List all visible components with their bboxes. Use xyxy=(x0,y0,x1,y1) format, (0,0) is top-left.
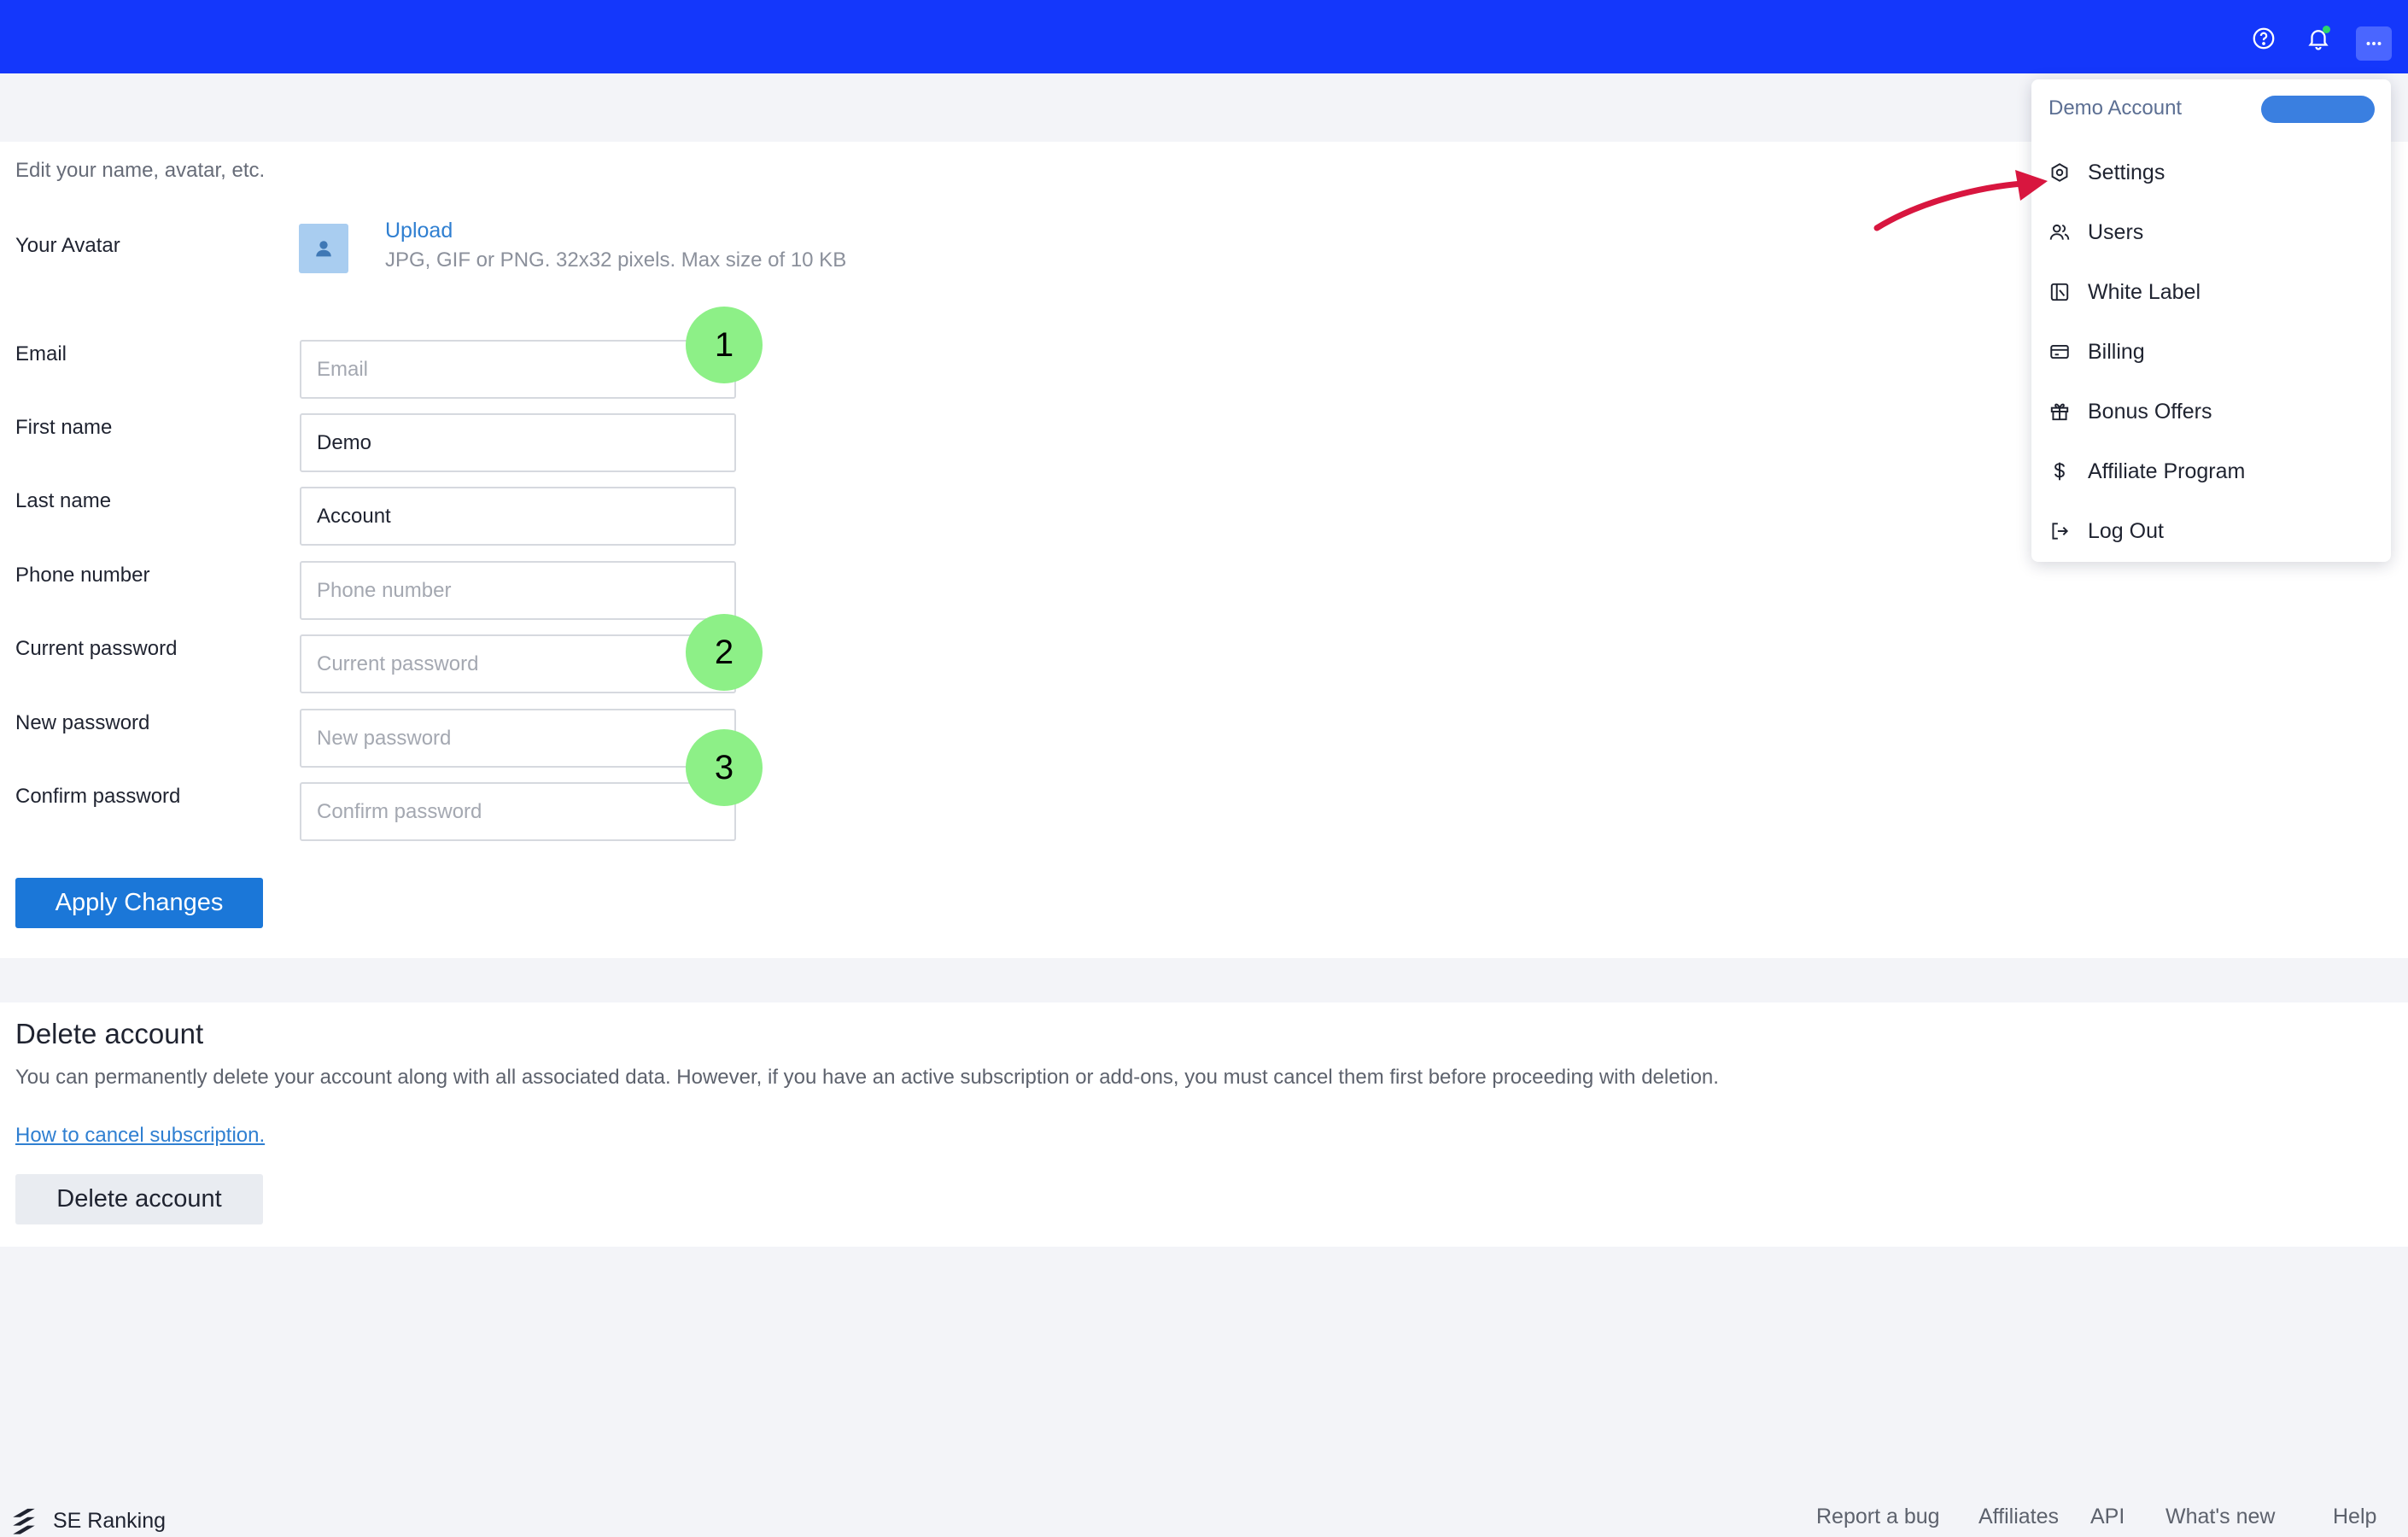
white-label-icon xyxy=(2050,283,2069,301)
current-password-field[interactable] xyxy=(300,634,736,693)
top-bar xyxy=(0,0,2408,73)
help-link[interactable]: Help xyxy=(2333,1505,2376,1529)
logout-icon xyxy=(2052,523,2069,540)
annotation-arrow xyxy=(1873,170,2048,231)
new-password-field[interactable] xyxy=(300,709,736,768)
se-ranking-logo-icon xyxy=(13,1508,35,1534)
menu-item-users[interactable]: Users xyxy=(2049,215,2143,249)
user-icon xyxy=(316,241,331,257)
menu-item-log-out[interactable]: Log Out xyxy=(2049,514,2164,548)
bell-icon[interactable] xyxy=(2304,24,2333,53)
delete-account-description: You can permanently delete your account … xyxy=(15,1066,1719,1089)
menu-item-billing[interactable]: Billing xyxy=(2049,335,2145,369)
avatar-label: Your Avatar xyxy=(15,234,120,257)
confirm-password-field[interactable] xyxy=(300,782,736,841)
delete-account-title: Delete account xyxy=(15,1018,204,1049)
menu-item-affiliate-program[interactable]: Affiliate Program xyxy=(2049,454,2245,488)
api-link[interactable]: API xyxy=(2090,1505,2125,1529)
more-icon[interactable] xyxy=(2356,26,2392,61)
phone-label: Phone number xyxy=(15,564,150,587)
menu-item-settings[interactable]: Settings xyxy=(2049,155,2165,190)
account-plan-badge xyxy=(2261,96,2375,123)
annotation-badge-3: 3 xyxy=(686,729,763,806)
cancel-subscription-link[interactable]: How to cancel subscription. xyxy=(15,1124,265,1148)
notification-dot xyxy=(2323,26,2330,33)
affiliates-link[interactable]: Affiliates xyxy=(1978,1505,2059,1529)
gift-icon xyxy=(2050,403,2069,421)
first-name-field[interactable] xyxy=(300,413,736,472)
email-label: Email xyxy=(15,342,67,365)
phone-field[interactable] xyxy=(300,561,736,620)
dollar-icon xyxy=(2054,462,2065,481)
annotation-badge-2: 2 xyxy=(686,614,763,691)
confirm-password-label: Confirm password xyxy=(15,785,181,808)
avatar[interactable] xyxy=(299,224,348,273)
menu-item-white-label[interactable]: White Label xyxy=(2049,275,2201,309)
account-dropdown xyxy=(2031,79,2391,562)
last-name-field[interactable] xyxy=(300,487,736,546)
account-name: Demo Account xyxy=(2049,96,2183,120)
upload-hint: JPG, GIF or PNG. 32x32 pixels. Max size … xyxy=(385,248,847,272)
profile-subtitle: Edit your name, avatar, etc. xyxy=(15,159,266,182)
first-name-label: First name xyxy=(15,416,113,439)
apply-changes-button[interactable]: Apply Changes xyxy=(15,878,263,928)
credit-card-icon xyxy=(2050,344,2069,359)
last-name-label: Last name xyxy=(15,489,112,512)
report-bug-link[interactable]: Report a bug xyxy=(1816,1505,1940,1529)
brand-name: SE Ranking xyxy=(53,1508,167,1533)
current-password-label: Current password xyxy=(15,637,178,660)
upload-link[interactable]: Upload xyxy=(385,219,453,243)
whats-new-link[interactable]: What's new xyxy=(2165,1505,2275,1529)
menu-item-bonus-offers[interactable]: Bonus Offers xyxy=(2049,394,2212,429)
email-field[interactable] xyxy=(300,340,736,399)
annotation-badge-1: 1 xyxy=(686,307,763,383)
new-password-label: New password xyxy=(15,711,150,734)
delete-account-button[interactable]: Delete account xyxy=(15,1174,263,1224)
footer-brand[interactable]: SE Ranking xyxy=(7,1506,166,1535)
delete-account-card xyxy=(0,1002,2408,1247)
help-icon[interactable] xyxy=(2249,24,2278,53)
